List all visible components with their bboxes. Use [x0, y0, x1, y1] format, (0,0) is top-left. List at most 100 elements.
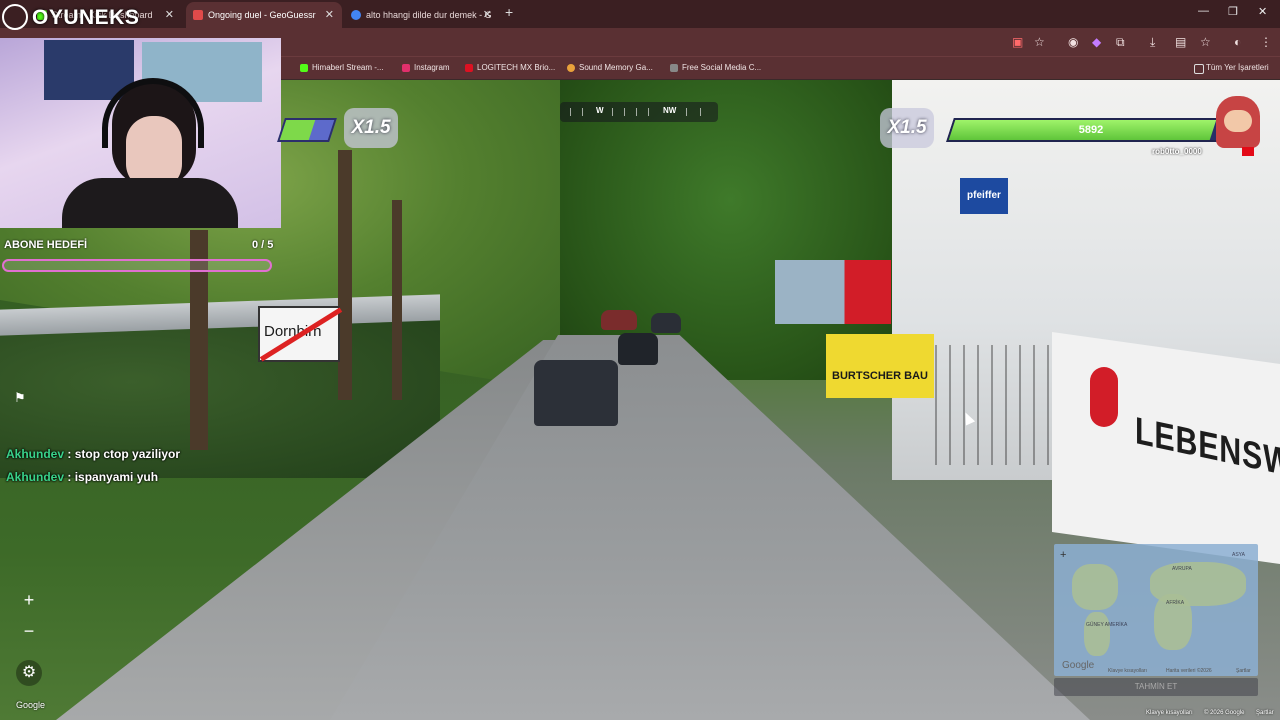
pfeiffer-sign: pfeiffer [960, 178, 1008, 214]
bookmark-item[interactable]: LOGITECH MX Brio... [465, 61, 555, 75]
bookmark-label: LOGITECH MX Brio... [477, 63, 556, 72]
geoguessr-favicon-icon [193, 10, 203, 20]
compass-tick [686, 108, 687, 116]
bookmarks-icon[interactable]: ☆ [1200, 35, 1211, 49]
player-health-fill [279, 120, 316, 140]
kick-icon [300, 64, 308, 72]
minimize-button[interactable]: — [1198, 5, 1209, 17]
guess-button[interactable]: TAHMİN ET [1054, 678, 1258, 696]
download-icon[interactable]: ⤓ [1150, 35, 1155, 50]
sub-goal-progress-bar [2, 259, 272, 272]
chat-message: Akhundev : stop ctop yaziliyor [6, 447, 180, 461]
guess-minimap[interactable]: AVRUPA ASYA AFRİKA GÜNEY AMERİKA [1054, 544, 1258, 676]
bookmark-item[interactable]: Free Social Media C... [670, 61, 761, 75]
bookmark-label: Sound Memory Ga... [579, 63, 653, 72]
maximize-button[interactable]: ❐ [1228, 5, 1238, 18]
reading-list-icon[interactable]: ▤ [1175, 35, 1186, 49]
bookmark-item[interactable]: Sound Memory Ga... [567, 61, 653, 75]
close-tab-icon[interactable]: ✕ [165, 2, 174, 28]
tree-trunk [338, 150, 352, 400]
new-tab-button[interactable]: + [505, 4, 513, 20]
burtscher-bau-sign: BURTSCHER BAU [826, 334, 934, 398]
opponent-avatar [1216, 96, 1260, 148]
extension-icon[interactable]: ◉ [1068, 35, 1078, 49]
map-landmass [1084, 612, 1110, 656]
compass-bar: W NW [560, 102, 718, 122]
map-label: AVRUPA [1172, 566, 1192, 572]
extensions-puzzle-icon[interactable]: ⧉ [1116, 35, 1125, 50]
opponent-name: rob0tto_0000 [1152, 147, 1202, 156]
bookmark-item[interactable]: Instagram [402, 61, 450, 75]
copyright-text: © 2026 Google [1204, 710, 1245, 716]
compass-tick [624, 108, 625, 116]
car [651, 313, 681, 333]
chat-text: : stop ctop yaziliyor [67, 447, 181, 461]
turkey-flag-icon [1242, 147, 1254, 156]
avatar-face [1224, 110, 1252, 132]
free-social-icon [670, 64, 678, 72]
player-health-bar [277, 118, 337, 142]
terms-link[interactable]: Şartlar [1256, 710, 1274, 716]
minimap-zoom-in-button[interactable]: + [1060, 549, 1066, 561]
zoom-out-button[interactable]: − [16, 618, 42, 644]
channel-logo: OYUNEKS [32, 6, 140, 29]
chat-message: Akhundev : ispanyami yuh [6, 470, 158, 484]
extension-icon[interactable]: ◆ [1092, 35, 1101, 49]
tree-trunk [392, 200, 402, 400]
sign-text: BURTSCHER BAU [832, 370, 928, 382]
sub-goal-title: ABONE HEDEFİ [4, 239, 88, 251]
webcam-overlay [0, 38, 281, 228]
tab-label: alto hhangi dilde dur demek - G [366, 10, 492, 20]
streamer-body [62, 178, 238, 228]
tab-strip: Stream - Kick Dashboard ✕ Ongoing duel -… [0, 0, 1280, 28]
keyboard-shortcuts-link[interactable]: Klavye kısayolları [1146, 710, 1193, 716]
compass-tick [648, 108, 649, 116]
close-window-button[interactable]: ✕ [1258, 5, 1267, 18]
tab-google-search[interactable]: alto hhangi dilde dur demek - G ✕ [344, 2, 500, 28]
minimap-shortcuts[interactable]: Klavye kısayolları [1108, 668, 1147, 674]
logitech-icon [465, 64, 473, 72]
compass-tick [570, 108, 571, 116]
bookmark-label: Instagram [414, 63, 450, 72]
google-watermark: Google [16, 700, 46, 710]
tab-geoguessr[interactable]: Ongoing duel - GeoGuessr ✕ [186, 2, 342, 28]
map-label: GÜNEY AMERİKA [1086, 622, 1128, 628]
bookmark-item[interactable]: Himaberl Stream -... [300, 61, 384, 75]
chat-text: : ispanyami yuh [67, 470, 159, 484]
oyuneks-logo-icon [2, 4, 28, 30]
compass-tick [700, 108, 701, 116]
instagram-icon [402, 64, 410, 72]
opponent-multiplier-badge: X1.5 [880, 108, 934, 148]
record-icon[interactable]: ▣ [1012, 35, 1023, 49]
bookmark-star-icon[interactable]: ☆ [1034, 35, 1045, 49]
player-multiplier-badge: X1.5 [344, 108, 398, 148]
compass-tick [636, 108, 637, 116]
minimap-terms[interactable]: Şartlar [1236, 668, 1251, 674]
bookmark-label: Tüm Yer İşaretleri [1206, 63, 1269, 72]
car [618, 333, 658, 365]
close-tab-icon[interactable]: ✕ [483, 2, 492, 28]
r-logo [1090, 367, 1118, 427]
chat-username: Akhundev [6, 447, 65, 461]
map-label: ASYA [1232, 552, 1245, 558]
report-flag-icon[interactable]: ⚑ [14, 390, 34, 406]
settings-gear-icon[interactable]: ⚙ [16, 660, 42, 686]
zoom-in-button[interactable]: + [16, 587, 42, 613]
menu-kebab-icon[interactable]: ⋮ [1260, 35, 1272, 49]
city-exit-sign: Dornbirn [258, 306, 343, 362]
minimap-google-logo: Google [1062, 660, 1095, 671]
compass-northwest-label: NW [663, 106, 677, 115]
minimap-map-data: Harita verileri ©2026 [1166, 668, 1212, 674]
construction-fence [935, 345, 1065, 465]
all-bookmarks-folder[interactable]: Tüm Yer İşaretleri [1194, 61, 1269, 75]
compass-tick [612, 108, 613, 116]
map-landmass [1072, 564, 1118, 610]
close-tab-icon[interactable]: ✕ [325, 2, 334, 28]
profile-avatar-icon[interactable]: ◐ [1234, 35, 1241, 49]
folder-icon [1194, 64, 1204, 74]
car [601, 310, 637, 330]
map-label: AFRİKA [1166, 600, 1185, 606]
bookmark-label: Himaberl Stream -... [312, 63, 384, 72]
tab-label: Ongoing duel - GeoGuessr [208, 10, 316, 20]
car [534, 360, 618, 426]
